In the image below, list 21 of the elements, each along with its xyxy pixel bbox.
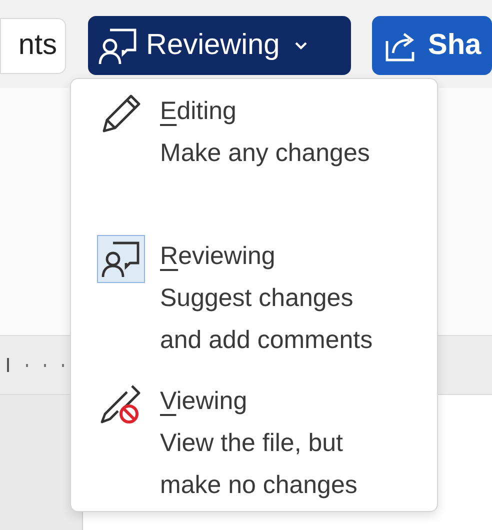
menu-item-title: Editing <box>160 96 238 127</box>
menu-item[interactable]: Editing Make any changes <box>71 90 437 174</box>
ruler-tick <box>44 364 46 367</box>
menu-item-description: View the file, but <box>160 428 344 459</box>
menu-item-description: make no changes <box>160 470 358 501</box>
menu-item-title: Viewing <box>160 386 248 417</box>
share-button[interactable]: Sha <box>372 16 492 75</box>
toolbar-button[interactable]: nts <box>0 18 66 74</box>
ruler-tick <box>62 364 64 367</box>
menu-item-description: and add comments <box>160 325 373 356</box>
menu-item-description: Suggest changes <box>160 283 354 314</box>
pencil-icon <box>100 93 142 135</box>
chevron-down-icon <box>294 40 308 50</box>
menu-item-title: Reviewing <box>160 241 276 272</box>
menu-item[interactable]: Reviewing Suggest changes and add comments <box>71 235 437 361</box>
mode-button[interactable]: Reviewing <box>88 16 351 75</box>
menu-item-description: Make any changes <box>160 138 370 169</box>
ruler-tick <box>26 364 28 367</box>
no-edit-pencil-icon <box>100 383 142 425</box>
menu-item[interactable]: Viewing View the file, but make no changes <box>71 380 437 506</box>
ruler-tick <box>7 358 9 372</box>
